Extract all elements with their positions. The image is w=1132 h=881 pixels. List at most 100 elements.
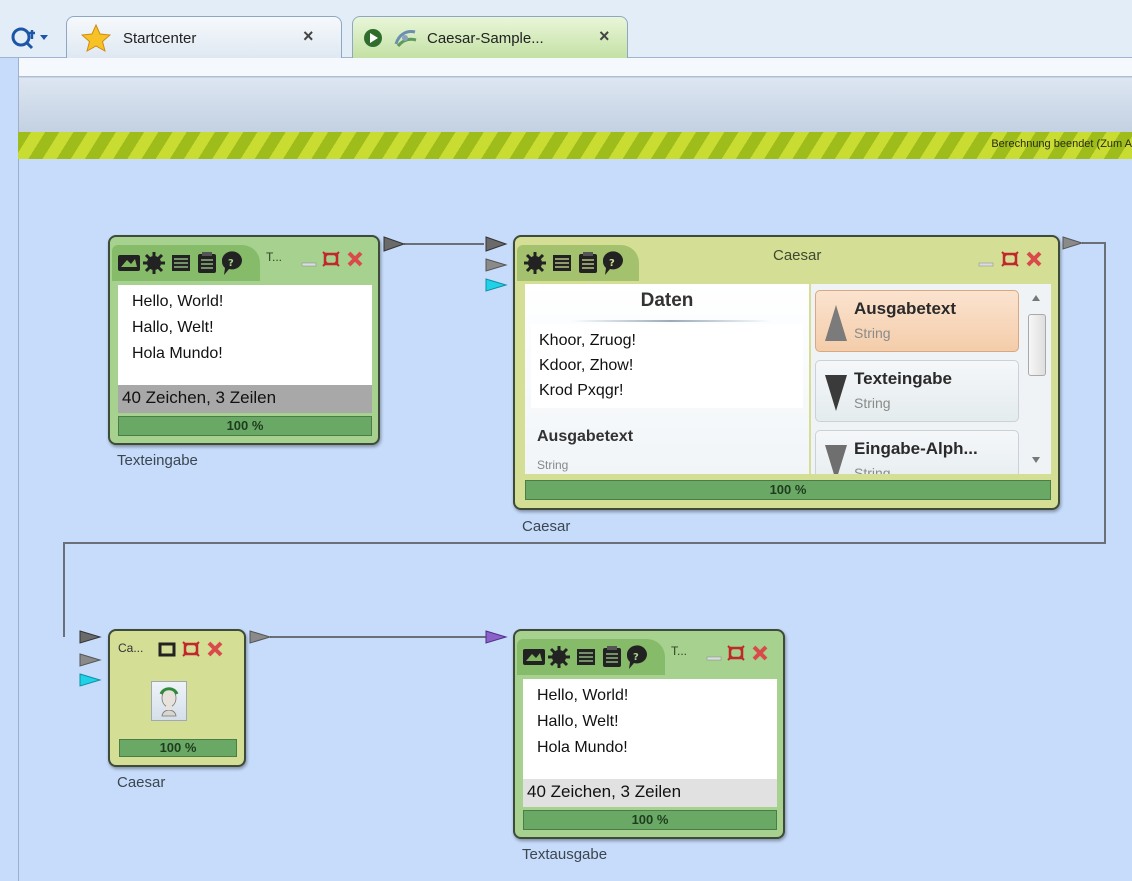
log-icon[interactable] xyxy=(553,255,571,271)
caesar-output-connector[interactable] xyxy=(1062,236,1084,250)
maximize-icon[interactable] xyxy=(182,641,200,657)
plugin-toolbar-icons: ? xyxy=(524,251,623,275)
settings-gear-icon[interactable] xyxy=(524,252,546,274)
plugin-caesar[interactable]: ? Caesar Daten Khoor, Zruog! Kdoor, Zhow… xyxy=(513,235,1060,510)
minimize-icon[interactable] xyxy=(705,645,723,661)
progress-bar: 100 % xyxy=(119,739,237,757)
plugin-caption-caesar-small: Caesar xyxy=(117,774,166,791)
svg-text:?: ? xyxy=(609,258,615,269)
small-caesar-input-connector-alphabet[interactable] xyxy=(79,653,102,667)
char-count-info: 40 Zeichen, 3 Zeilen xyxy=(523,779,777,807)
text-line: Hola Mundo! xyxy=(132,345,223,362)
textausgabe-input-connector[interactable] xyxy=(485,630,508,644)
svg-text:?: ? xyxy=(228,258,234,269)
caesar-bust-icon xyxy=(151,681,187,721)
log-icon[interactable] xyxy=(577,649,595,665)
cryptool-workspace-window: Startcenter × Caesar-Sample... × Berechn… xyxy=(0,0,1132,881)
plugin-titlebar[interactable]: Ca... xyxy=(110,631,244,676)
help-icon[interactable]: ? xyxy=(626,645,647,669)
plugin-toolbar-icons: ? xyxy=(118,251,242,275)
connector-type: String xyxy=(854,465,891,474)
caesar-input-connector-key[interactable] xyxy=(485,278,508,292)
text-input-area[interactable]: Hello, World! Hallo, Welt! Hola Mundo! xyxy=(118,285,372,385)
connector-name: Ausgabetext xyxy=(854,299,957,318)
data-clipboard-icon[interactable] xyxy=(198,252,216,273)
plugin-title: Caesar xyxy=(773,247,822,264)
close-icon[interactable] xyxy=(1025,251,1043,267)
presentation-icon[interactable] xyxy=(523,649,545,665)
small-caesar-input-connector-key[interactable] xyxy=(79,673,102,687)
text-line: Hello, World! xyxy=(537,687,629,704)
text-line: Hola Mundo! xyxy=(537,739,628,756)
connector-type: String xyxy=(854,395,891,411)
connector-name: Texteingabe xyxy=(854,369,952,388)
connector-item-texteingabe[interactable]: Texteingabe String xyxy=(815,360,1019,422)
plugin-title: T... xyxy=(266,250,283,264)
text-line: Krod Pxqgr! xyxy=(539,382,624,399)
close-icon[interactable] xyxy=(751,645,769,661)
small-caesar-output-connector[interactable] xyxy=(249,630,272,644)
plugin-title: Ca... xyxy=(118,641,144,655)
svg-text:?: ? xyxy=(633,652,639,663)
plugin-title: T... xyxy=(671,644,688,658)
caesar-input-connector-alphabet[interactable] xyxy=(485,258,508,272)
connector-list: Ausgabetext String Texteingabe String Ei… xyxy=(811,284,1051,474)
settings-gear-icon[interactable] xyxy=(548,646,570,668)
output-connector-type: String xyxy=(537,458,569,472)
progress-bar: 100 % xyxy=(523,810,777,830)
progress-bar: 100 % xyxy=(525,480,1051,500)
scroll-thumb[interactable] xyxy=(1028,314,1046,376)
progress-bar: 100 % xyxy=(118,416,372,436)
plugin-titlebar[interactable]: ? Caesar xyxy=(515,237,1058,282)
minimize-icon[interactable] xyxy=(300,251,318,267)
data-panel: Daten Khoor, Zruog! Kdoor, Zhow! Krod Px… xyxy=(525,284,809,474)
texteingabe-output-connector[interactable] xyxy=(383,236,406,252)
presentation-icon[interactable] xyxy=(118,255,140,271)
help-icon[interactable]: ? xyxy=(221,251,242,275)
connector-list-scrollbar[interactable] xyxy=(1025,288,1047,470)
divider xyxy=(571,320,771,322)
output-connector-label: Ausgabetext xyxy=(537,428,634,445)
plugin-caption-texteingabe: Texteingabe xyxy=(117,452,198,469)
arrow-down-icon xyxy=(825,445,847,474)
data-panel-title: Daten xyxy=(640,290,694,311)
text-line: Kdoor, Zhow! xyxy=(539,357,634,374)
text-line: Hallo, Welt! xyxy=(132,319,214,336)
plugin-caption-caesar: Caesar xyxy=(522,518,571,535)
text-line: Hallo, Welt! xyxy=(537,713,619,730)
scroll-up-icon[interactable] xyxy=(1031,294,1041,302)
maximize-icon[interactable] xyxy=(727,645,745,661)
help-icon[interactable]: ? xyxy=(602,251,623,275)
maximize-icon[interactable] xyxy=(1001,251,1019,267)
plugin-texteingabe[interactable]: ? T... Hello, World! Hallo, Welt! Hola M… xyxy=(108,235,380,445)
connector-item-eingabe-alphabet[interactable]: Eingabe-Alph... String xyxy=(815,430,1019,474)
connector-item-ausgabetext[interactable]: Ausgabetext String xyxy=(815,290,1019,352)
data-clipboard-icon[interactable] xyxy=(579,252,597,273)
settings-gear-icon[interactable] xyxy=(143,252,165,274)
close-icon[interactable] xyxy=(346,251,364,267)
minimize-icon[interactable] xyxy=(977,251,995,267)
close-icon[interactable] xyxy=(206,641,224,657)
restore-icon[interactable] xyxy=(158,641,176,657)
caesar-input-connector-text[interactable] xyxy=(485,236,508,252)
plugin-caption-textausgabe: Textausgabe xyxy=(522,846,608,863)
plugin-textausgabe[interactable]: ? T... Hello, World! Hallo, Welt! Hola M… xyxy=(513,629,785,839)
output-data-text[interactable]: Khoor, Zruog! Kdoor, Zhow! Krod Pxqgr! xyxy=(531,324,803,408)
log-icon[interactable] xyxy=(172,255,190,271)
arrow-down-icon xyxy=(825,375,847,411)
scroll-down-icon[interactable] xyxy=(1031,456,1041,464)
plugin-caesar-minimized[interactable]: Ca... 100 % xyxy=(108,629,246,767)
char-count-info: 40 Zeichen, 3 Zeilen xyxy=(118,385,372,413)
connector-name: Eingabe-Alph... xyxy=(854,439,978,458)
small-caesar-input-connector-text[interactable] xyxy=(79,630,102,644)
text-output-area[interactable]: Hello, World! Hallo, Welt! Hola Mundo! xyxy=(523,679,777,779)
text-line: Khoor, Zruog! xyxy=(539,332,636,349)
data-clipboard-icon[interactable] xyxy=(603,646,621,667)
plugin-toolbar-icons: ? xyxy=(523,645,647,669)
connector-type: String xyxy=(854,325,891,341)
maximize-icon[interactable] xyxy=(322,251,340,267)
plugin-titlebar[interactable]: ? T... xyxy=(515,631,783,676)
plugin-titlebar[interactable]: ? T... xyxy=(110,237,378,282)
arrow-up-icon xyxy=(825,305,847,341)
text-line: Hello, World! xyxy=(132,293,224,310)
